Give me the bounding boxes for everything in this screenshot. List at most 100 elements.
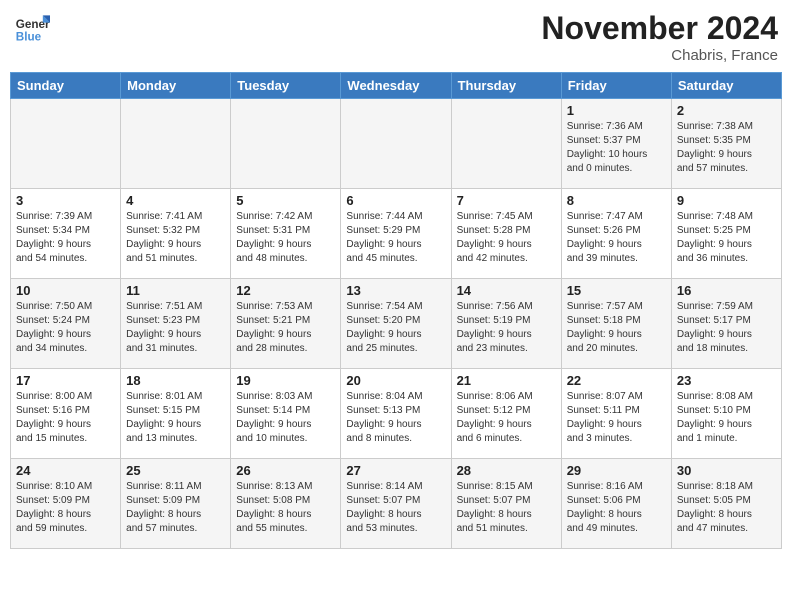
day-number: 2 xyxy=(677,103,776,118)
day-info: Sunrise: 7:47 AM Sunset: 5:26 PM Dayligh… xyxy=(567,210,666,266)
table-row: 2 Sunrise: 7:38 AM Sunset: 5:35 PM Daylig… xyxy=(671,99,781,189)
day-info: Sunrise: 8:13 AM Sunset: 5:08 PM Dayligh… xyxy=(236,480,335,536)
table-row xyxy=(341,99,451,189)
calendar-table: Sunday Monday Tuesday Wednesday Thursday… xyxy=(10,72,782,549)
day-info: Sunrise: 8:18 AM Sunset: 5:05 PM Dayligh… xyxy=(677,480,776,536)
day-info: Sunrise: 7:53 AM Sunset: 5:21 PM Dayligh… xyxy=(236,300,335,356)
day-number: 16 xyxy=(677,283,776,298)
logo-icon: General Blue xyxy=(14,10,50,46)
day-number: 12 xyxy=(236,283,335,298)
logo: General Blue xyxy=(14,10,50,46)
day-info: Sunrise: 8:10 AM Sunset: 5:09 PM Dayligh… xyxy=(16,480,115,536)
table-row: 1Sunrise: 7:36 AM Sunset: 5:37 PM Daylig… xyxy=(561,99,671,189)
table-row: 15 Sunrise: 7:57 AM Sunset: 5:18 PM Dayli… xyxy=(561,279,671,369)
day-number: 24 xyxy=(16,463,115,478)
day-info: Sunrise: 7:51 AM Sunset: 5:23 PM Dayligh… xyxy=(126,300,225,356)
header-monday: Monday xyxy=(121,73,231,99)
calendar-week-row: 10Sunrise: 7:50 AM Sunset: 5:24 PM Dayli… xyxy=(11,279,782,369)
table-row: 28 Sunrise: 8:15 AM Sunset: 5:07 PM Dayli… xyxy=(451,459,561,549)
table-row: 9 Sunrise: 7:48 AM Sunset: 5:25 PM Daylig… xyxy=(671,189,781,279)
header-saturday: Saturday xyxy=(671,73,781,99)
day-info: Sunrise: 8:08 AM Sunset: 5:10 PM Dayligh… xyxy=(677,390,776,446)
day-number: 4 xyxy=(126,193,225,208)
day-info: Sunrise: 7:38 AM Sunset: 5:35 PM Dayligh… xyxy=(677,120,776,176)
day-number: 27 xyxy=(346,463,445,478)
day-number: 22 xyxy=(567,373,666,388)
day-number: 5 xyxy=(236,193,335,208)
day-number: 14 xyxy=(457,283,556,298)
table-row: 4Sunrise: 7:41 AM Sunset: 5:32 PM Daylig… xyxy=(121,189,231,279)
svg-text:Blue: Blue xyxy=(16,31,42,44)
day-number: 28 xyxy=(457,463,556,478)
day-number: 26 xyxy=(236,463,335,478)
day-number: 29 xyxy=(567,463,666,478)
location-title: Chabris, France xyxy=(541,47,778,64)
day-number: 10 xyxy=(16,283,115,298)
table-row xyxy=(451,99,561,189)
day-info: Sunrise: 8:04 AM Sunset: 5:13 PM Dayligh… xyxy=(346,390,445,446)
table-row: 23 Sunrise: 8:08 AM Sunset: 5:10 PM Dayli… xyxy=(671,369,781,459)
table-row: 20Sunrise: 8:04 AM Sunset: 5:13 PM Dayli… xyxy=(341,369,451,459)
header-wednesday: Wednesday xyxy=(341,73,451,99)
day-info: Sunrise: 7:54 AM Sunset: 5:20 PM Dayligh… xyxy=(346,300,445,356)
day-info: Sunrise: 7:45 AM Sunset: 5:28 PM Dayligh… xyxy=(457,210,556,266)
day-info: Sunrise: 8:14 AM Sunset: 5:07 PM Dayligh… xyxy=(346,480,445,536)
day-number: 21 xyxy=(457,373,556,388)
table-row: 27 Sunrise: 8:14 AM Sunset: 5:07 PM Dayli… xyxy=(341,459,451,549)
day-number: 19 xyxy=(236,373,335,388)
calendar-week-row: 3 Sunrise: 7:39 AM Sunset: 5:34 PM Daylig… xyxy=(11,189,782,279)
table-row: 3 Sunrise: 7:39 AM Sunset: 5:34 PM Daylig… xyxy=(11,189,121,279)
day-info: Sunrise: 7:56 AM Sunset: 5:19 PM Dayligh… xyxy=(457,300,556,356)
day-info: Sunrise: 7:57 AM Sunset: 5:18 PM Dayligh… xyxy=(567,300,666,356)
day-info: Sunrise: 7:59 AM Sunset: 5:17 PM Dayligh… xyxy=(677,300,776,356)
table-row: 11 Sunrise: 7:51 AM Sunset: 5:23 PM Dayli… xyxy=(121,279,231,369)
day-number: 9 xyxy=(677,193,776,208)
day-info: Sunrise: 7:42 AM Sunset: 5:31 PM Dayligh… xyxy=(236,210,335,266)
day-info: Sunrise: 8:15 AM Sunset: 5:07 PM Dayligh… xyxy=(457,480,556,536)
day-number: 6 xyxy=(346,193,445,208)
day-info: Sunrise: 8:16 AM Sunset: 5:06 PM Dayligh… xyxy=(567,480,666,536)
day-info: Sunrise: 7:48 AM Sunset: 5:25 PM Dayligh… xyxy=(677,210,776,266)
table-row: 5 Sunrise: 7:42 AM Sunset: 5:31 PM Daylig… xyxy=(231,189,341,279)
day-number: 3 xyxy=(16,193,115,208)
month-title: November 2024 xyxy=(541,10,778,47)
title-area: November 2024 Chabris, France xyxy=(541,10,778,64)
day-number: 23 xyxy=(677,373,776,388)
table-row xyxy=(121,99,231,189)
header-friday: Friday xyxy=(561,73,671,99)
table-row: 12 Sunrise: 7:53 AM Sunset: 5:21 PM Dayli… xyxy=(231,279,341,369)
day-number: 25 xyxy=(126,463,225,478)
header-tuesday: Tuesday xyxy=(231,73,341,99)
day-info: Sunrise: 7:36 AM Sunset: 5:37 PM Dayligh… xyxy=(567,120,666,176)
day-info: Sunrise: 8:11 AM Sunset: 5:09 PM Dayligh… xyxy=(126,480,225,536)
calendar-week-row: 24 Sunrise: 8:10 AM Sunset: 5:09 PM Dayli… xyxy=(11,459,782,549)
table-row: 10Sunrise: 7:50 AM Sunset: 5:24 PM Dayli… xyxy=(11,279,121,369)
table-row: 7Sunrise: 7:45 AM Sunset: 5:28 PM Daylig… xyxy=(451,189,561,279)
table-row: 17Sunrise: 8:00 AM Sunset: 5:16 PM Dayli… xyxy=(11,369,121,459)
table-row: 30Sunrise: 8:18 AM Sunset: 5:05 PM Dayli… xyxy=(671,459,781,549)
table-row: 14 Sunrise: 7:56 AM Sunset: 5:19 PM Dayli… xyxy=(451,279,561,369)
day-info: Sunrise: 8:07 AM Sunset: 5:11 PM Dayligh… xyxy=(567,390,666,446)
header: General Blue November 2024 Chabris, Fran… xyxy=(10,10,782,64)
day-info: Sunrise: 8:06 AM Sunset: 5:12 PM Dayligh… xyxy=(457,390,556,446)
day-number: 18 xyxy=(126,373,225,388)
day-info: Sunrise: 7:44 AM Sunset: 5:29 PM Dayligh… xyxy=(346,210,445,266)
table-row xyxy=(231,99,341,189)
day-info: Sunrise: 7:39 AM Sunset: 5:34 PM Dayligh… xyxy=(16,210,115,266)
day-number: 15 xyxy=(567,283,666,298)
table-row: 25 Sunrise: 8:11 AM Sunset: 5:09 PM Dayli… xyxy=(121,459,231,549)
calendar-week-row: 1Sunrise: 7:36 AM Sunset: 5:37 PM Daylig… xyxy=(11,99,782,189)
table-row: 16 Sunrise: 7:59 AM Sunset: 5:17 PM Dayli… xyxy=(671,279,781,369)
day-info: Sunrise: 8:03 AM Sunset: 5:14 PM Dayligh… xyxy=(236,390,335,446)
day-number: 11 xyxy=(126,283,225,298)
day-info: Sunrise: 8:01 AM Sunset: 5:15 PM Dayligh… xyxy=(126,390,225,446)
table-row: 22 Sunrise: 8:07 AM Sunset: 5:11 PM Dayli… xyxy=(561,369,671,459)
table-row xyxy=(11,99,121,189)
table-row: 6 Sunrise: 7:44 AM Sunset: 5:29 PM Daylig… xyxy=(341,189,451,279)
day-number: 13 xyxy=(346,283,445,298)
table-row: 26 Sunrise: 8:13 AM Sunset: 5:08 PM Dayli… xyxy=(231,459,341,549)
table-row: 29 Sunrise: 8:16 AM Sunset: 5:06 PM Dayli… xyxy=(561,459,671,549)
table-row: 21 Sunrise: 8:06 AM Sunset: 5:12 PM Dayli… xyxy=(451,369,561,459)
day-info: Sunrise: 8:00 AM Sunset: 5:16 PM Dayligh… xyxy=(16,390,115,446)
table-row: 18 Sunrise: 8:01 AM Sunset: 5:15 PM Dayli… xyxy=(121,369,231,459)
